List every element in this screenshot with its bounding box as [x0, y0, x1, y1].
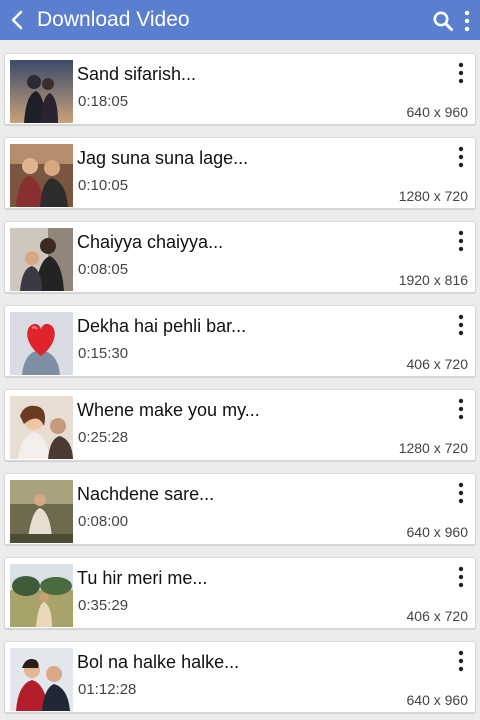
video-title: Jag suna suna lage...	[77, 148, 249, 168]
video-item[interactable]: Whene make you my... 0:25:28 1280 x 720	[4, 389, 476, 461]
video-thumbnail[interactable]	[10, 60, 73, 123]
video-duration: 0:15:30	[78, 345, 129, 362]
more-options-icon[interactable]	[453, 396, 469, 422]
video-resolution: 406 x 720	[406, 608, 469, 624]
more-vertical-icon[interactable]	[460, 9, 474, 33]
video-duration: 0:08:00	[78, 513, 129, 530]
more-options-icon[interactable]	[453, 564, 469, 590]
video-duration: 0:25:28	[78, 429, 129, 446]
video-resolution: 640 x 960	[406, 692, 469, 708]
more-options-icon[interactable]	[453, 144, 469, 170]
video-item[interactable]: Nachdene sare... 0:08:00 640 x 960	[4, 473, 476, 545]
page-title: Download Video	[37, 8, 190, 31]
video-thumbnail[interactable]	[10, 312, 73, 375]
video-item[interactable]: Tu hir meri me... 0:35:29 406 x 720	[4, 557, 476, 629]
more-options-icon[interactable]	[453, 648, 469, 674]
app-bar: Download Video	[0, 0, 480, 40]
video-duration: 0:18:05	[78, 93, 129, 110]
video-thumbnail[interactable]	[10, 648, 73, 711]
video-title: Tu hir meri me...	[77, 568, 208, 588]
video-thumbnail[interactable]	[10, 396, 73, 459]
video-title: Nachdene sare...	[77, 484, 215, 504]
video-duration: 0:10:05	[78, 177, 129, 194]
video-title: Sand sifarish...	[77, 64, 197, 84]
video-title: Dekha hai pehli bar...	[77, 316, 247, 336]
video-thumbnail[interactable]	[10, 480, 73, 543]
video-item[interactable]: Dekha hai pehli bar... 0:15:30 406 x 720	[4, 305, 476, 377]
video-resolution: 1920 x 816	[398, 272, 468, 288]
video-duration: 0:35:29	[78, 597, 129, 614]
video-resolution: 1280 x 720	[398, 188, 468, 204]
video-resolution: 406 x 720	[406, 356, 469, 372]
video-duration: 0:08:05	[78, 261, 129, 278]
video-item[interactable]: Jag suna suna lage... 0:10:05 1280 x 720	[4, 137, 476, 209]
more-options-icon[interactable]	[453, 60, 469, 86]
more-options-icon[interactable]	[453, 312, 469, 338]
video-item[interactable]: Chaiyya chaiyya... 0:08:05 1920 x 816	[4, 221, 476, 293]
video-item[interactable]: Sand sifarish... 0:18:05 640 x 960	[4, 53, 476, 125]
more-options-icon[interactable]	[453, 480, 469, 506]
chevron-left-icon[interactable]	[6, 8, 30, 32]
video-thumbnail[interactable]	[10, 228, 73, 291]
more-options-icon[interactable]	[453, 228, 469, 254]
video-title: Bol na halke halke...	[77, 652, 240, 672]
video-duration: 01:12:28	[78, 681, 137, 698]
video-item[interactable]: Bol na halke halke... 01:12:28 640 x 960	[4, 641, 476, 713]
search-icon[interactable]	[432, 10, 454, 32]
video-title: Chaiyya chaiyya...	[77, 232, 224, 252]
video-thumbnail[interactable]	[10, 144, 73, 207]
video-thumbnail[interactable]	[10, 564, 73, 627]
video-title: Whene make you my...	[77, 400, 260, 420]
video-resolution: 640 x 960	[406, 524, 469, 540]
video-resolution: 640 x 960	[406, 104, 469, 120]
video-resolution: 1280 x 720	[398, 440, 468, 456]
